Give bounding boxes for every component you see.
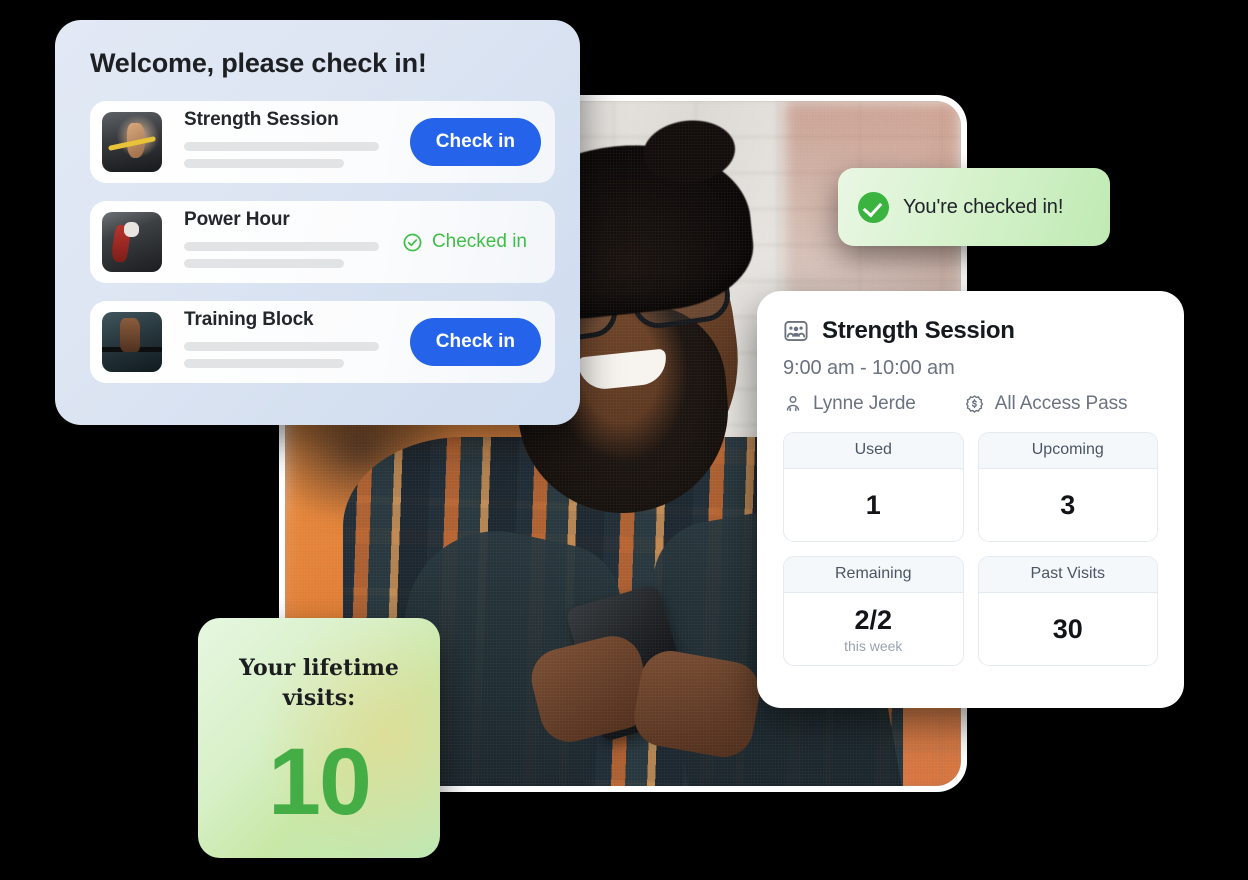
placeholder-line (184, 358, 344, 368)
status-label: Checked in (431, 231, 527, 252)
session-header: Strength Session (783, 317, 1158, 345)
lifetime-visits-label: Your lifetime visits: (239, 655, 399, 711)
stat-value: 30 (1052, 613, 1083, 644)
stat-label: Remaining (784, 557, 963, 593)
page-title: Welcome, please check in! (90, 48, 427, 78)
class-thumbnail (102, 212, 162, 272)
status-badge-checked-in: Checked in (402, 231, 541, 253)
session-meta: Lynne Jerde All Access Pass (783, 393, 1158, 415)
stats-grid: Used 1 Upcoming 3 Remaining 2/2 this wee… (783, 432, 1158, 666)
lifetime-visits-card: Your lifetime visits: 10 (198, 618, 440, 858)
stat-label: Used (784, 433, 963, 469)
stat-body: 2/2 this week (784, 593, 963, 665)
stat-value: 1 (865, 489, 881, 520)
stat-label: Past Visits (978, 557, 1157, 593)
class-info: Training Block (162, 309, 410, 376)
lifetime-visits-value: 10 (268, 729, 372, 836)
check-in-button[interactable]: Check in (409, 318, 541, 366)
check-in-button[interactable]: Check in (409, 118, 541, 166)
placeholder-line (184, 158, 344, 168)
stat-card-past-visits: Past Visits 30 (977, 556, 1158, 666)
checked-in-toast: You're checked in! (838, 168, 1110, 246)
checkin-panel: Welcome, please check in! Strength Sessi… (55, 20, 580, 425)
placeholder-line (184, 141, 379, 151)
class-name: Strength Session (184, 108, 339, 130)
class-name: Power Hour (184, 208, 290, 230)
list-item[interactable]: Training Block Check in (90, 301, 555, 383)
session-time: 9:00 am - 10:00 am (783, 357, 955, 379)
stat-card-used: Used 1 (783, 432, 964, 542)
session-detail-card: Strength Session 9:00 am - 10:00 am Lynn… (757, 291, 1184, 708)
class-info: Power Hour (162, 209, 402, 276)
class-info: Strength Session (162, 109, 410, 176)
instructor: Lynne Jerde (783, 393, 916, 415)
list-item[interactable]: Strength Session Check in (90, 101, 555, 183)
stat-body: 1 (784, 469, 963, 541)
list-item[interactable]: Power Hour Checked in (90, 201, 555, 283)
instructor-person-icon (783, 394, 803, 414)
stat-label: Upcoming (978, 433, 1157, 469)
membership-name: All Access Pass (994, 393, 1128, 414)
check-circle-outline-icon (402, 232, 423, 253)
stat-card-remaining: Remaining 2/2 this week (783, 556, 964, 666)
composition-stage: Welcome, please check in! Strength Sessi… (0, 0, 1248, 880)
check-circle-filled-icon (858, 191, 889, 223)
placeholder-line (184, 341, 379, 351)
instructor-name: Lynne Jerde (813, 393, 916, 414)
stat-card-upcoming: Upcoming 3 (977, 432, 1158, 542)
placeholder-line (184, 258, 344, 268)
stat-value: 3 (1060, 489, 1076, 520)
stat-body: 3 (979, 469, 1158, 541)
group-class-icon (783, 318, 809, 344)
toast-message: You're checked in! (903, 195, 1064, 218)
stat-sublabel: this week (844, 637, 903, 654)
money-badge-icon (964, 394, 985, 415)
stat-value: 2/2 (854, 604, 893, 635)
class-thumbnail (102, 112, 162, 172)
class-name: Training Block (184, 308, 314, 330)
class-thumbnail (102, 312, 162, 372)
membership: All Access Pass (964, 393, 1128, 415)
placeholder-line (184, 241, 379, 251)
stat-body: 30 (979, 593, 1158, 665)
session-title: Strength Session (822, 317, 1015, 344)
